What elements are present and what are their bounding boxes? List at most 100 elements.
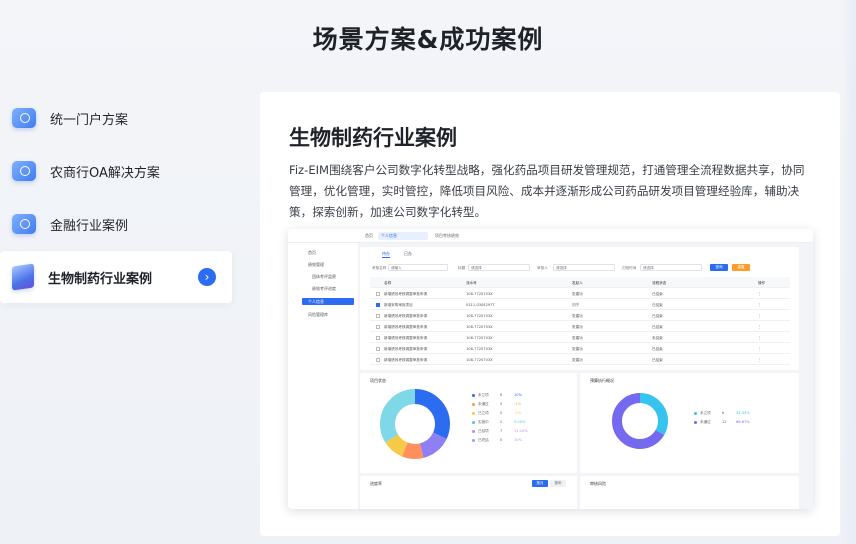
table-cell: 已结束	[652, 291, 663, 296]
legend-count: 0	[500, 438, 503, 442]
legend-item: 未通过 5 -1%	[472, 402, 562, 408]
table-cell: ⋮	[758, 302, 762, 307]
screenshot-toggle: 按月	[532, 480, 548, 487]
table-cell: 新增采购审批项目	[384, 302, 413, 307]
case-sidebar: 统一门户方案 农商行OA解决方案 金融行业案例 生物制药行业案例 ›	[0, 92, 232, 304]
table-cell: 新增绩效考核调整审批申请	[384, 346, 428, 351]
screenshot-tabbar: 首页 个人信息 项目考核绩效	[288, 229, 813, 243]
screenshot-toggle: 按年	[550, 480, 566, 487]
legend-dot	[472, 421, 475, 424]
legend-name: 已立项	[478, 411, 489, 415]
status-donut-chart	[380, 389, 450, 459]
table-cell: ⋮	[758, 357, 762, 362]
legend-count: 6	[500, 393, 503, 397]
screenshot-filter-input: 请选择	[640, 264, 702, 271]
screenshot-nav-item: 个人信息	[302, 298, 354, 305]
table-cell: ⋮	[758, 313, 762, 318]
screenshot-tab: 首页	[365, 233, 373, 238]
legend-name: 已结项	[478, 429, 489, 433]
case-title: 生物制药行业案例	[289, 126, 457, 150]
table-cell: 张建功	[572, 346, 583, 351]
screenshot-progress-panel: 进度率 按月 按年	[360, 476, 577, 509]
bank-icon	[12, 161, 36, 181]
table-header-cell: 操作	[758, 280, 766, 285]
table-cell: 新增绩效考核调整审批申请	[384, 357, 428, 362]
screenshot-subtab: 已办	[404, 251, 412, 256]
legend-dot	[472, 403, 475, 406]
screenshot-nav-item: 绩效管理	[308, 262, 324, 267]
table-cell: 108-7720703X	[466, 291, 493, 296]
sidebar-item-bank-oa[interactable]: 农商行OA解决方案	[0, 145, 232, 197]
table-header-cell: 名称	[384, 280, 392, 285]
row-checkbox	[376, 357, 380, 362]
legend-pct: 33.33%	[736, 411, 750, 415]
row-checkbox	[376, 324, 380, 329]
legend-pct: 66.67%	[736, 420, 750, 424]
legend-pct: 5.00%	[514, 420, 526, 424]
legend-item: 已终结 0 10%	[472, 438, 562, 444]
panel-title: 审核风险	[590, 481, 606, 486]
legend-count: 2	[500, 420, 503, 424]
sidebar-item-label: 农商行OA解决方案	[50, 165, 160, 181]
finance-icon	[12, 214, 36, 234]
row-checkbox	[376, 335, 380, 340]
legend-name: 未通过	[478, 402, 489, 406]
table-cell: 已结束	[652, 324, 663, 329]
legend-item: 实施中 2 5.00%	[472, 420, 562, 426]
table-header: 名称 流水号 发起人 流程状态 操作	[370, 277, 790, 288]
status-legend: 未立项 6 10% 未通过 5 -1% 已立项 0 -1% 实施中 2 5.00% 已结项 7 11.10%…	[472, 393, 562, 453]
screenshot-filter-input: 请输入	[388, 264, 448, 271]
budget-donut-chart	[612, 393, 668, 449]
legend-count: 6	[722, 411, 725, 415]
table-cell: 108-7720703X	[466, 335, 493, 340]
screenshot-filter-label: 标题	[458, 266, 466, 270]
screenshot-placeholder: 请选择	[556, 266, 567, 270]
table-cell: 已结束	[652, 357, 663, 362]
product-screenshot: 首页 个人信息 项目考核绩效 首页 绩效管理 团体考评监察 绩效考评进度 个人信…	[288, 229, 813, 509]
screenshot-tab: 个人信息	[378, 232, 428, 240]
table-cell: 张建功	[572, 335, 583, 340]
legend-dot	[694, 412, 697, 415]
table-cell: 新增绩效考核调整审批申请	[384, 313, 428, 318]
legend-pct: -1%	[514, 402, 521, 406]
sidebar-item-finance[interactable]: 金融行业案例	[0, 198, 232, 250]
screenshot-nav-item: 团体考评监察	[312, 274, 336, 279]
table-row: 新增绩效考核调整审批申请 108-7720703X 张建功 已结束 ⋮	[370, 343, 790, 354]
screenshot-filter-input: 请选择	[553, 264, 615, 271]
table-cell: ⋮	[758, 324, 762, 329]
table-cell: 张建功	[572, 357, 583, 362]
chevron-right-icon[interactable]: ›	[198, 268, 216, 286]
legend-count: 12	[722, 420, 727, 424]
sidebar-item-portal[interactable]: 统一门户方案	[0, 92, 232, 144]
screenshot-search-button: 查询	[710, 264, 728, 271]
legend-pct: -1%	[514, 411, 521, 415]
legend-item: 未立项 6 10%	[472, 393, 562, 399]
legend-pct: 10%	[514, 393, 522, 397]
table-cell: 0311-0304297T	[466, 302, 495, 307]
screenshot-risk-panel: 审核风险	[580, 476, 799, 509]
table-header-cell: 发起人	[572, 280, 583, 285]
legend-pct: 10%	[514, 438, 522, 442]
sidebar-item-pharma[interactable]: 生物制药行业案例 ›	[0, 251, 232, 303]
budget-legend: 未立项 6 33.33% 未通过 12 66.67%	[694, 411, 784, 431]
table-row: 新增绩效考核调整审批申请 108-7720703X 张建功 已结束 ⋮	[370, 321, 790, 332]
table-row: 新增绩效考核调整审批申请 108-7720703X 张建功 已结束 ⋮	[370, 354, 790, 365]
legend-name: 未立项	[478, 393, 489, 397]
table-cell: ⋮	[758, 346, 762, 351]
case-card: 生物制药行业案例 Fiz-EIM围绕客户公司数字化转型战略，强化药品项目研发管理…	[260, 92, 840, 536]
sidebar-item-label: 金融行业案例	[50, 218, 129, 234]
table-cell: 108-7720703X	[466, 313, 493, 318]
portal-icon	[12, 108, 36, 128]
row-checkbox	[376, 291, 380, 296]
screenshot-filter-label: 审核人	[537, 266, 548, 270]
legend-name: 未立项	[700, 411, 711, 415]
legend-count: 7	[500, 429, 503, 433]
case-description: Fiz-EIM围绕客户公司数字化转型战略，强化药品项目研发管理规范，打通管理全流…	[289, 163, 805, 219]
screenshot-filter-input: 请选择	[468, 264, 530, 271]
screenshot-list-panel: 待办 已办 考核名称 请输入 标题 请选择 审核人 请选择 归档时间 请选择 查…	[360, 247, 799, 370]
edge-decoration	[842, 0, 856, 544]
table-cell: 已结束	[652, 302, 663, 307]
screenshot-nav-item: 首页	[308, 250, 316, 255]
table-cell: 张建功	[572, 313, 583, 318]
legend-pct: 11.10%	[514, 429, 528, 433]
